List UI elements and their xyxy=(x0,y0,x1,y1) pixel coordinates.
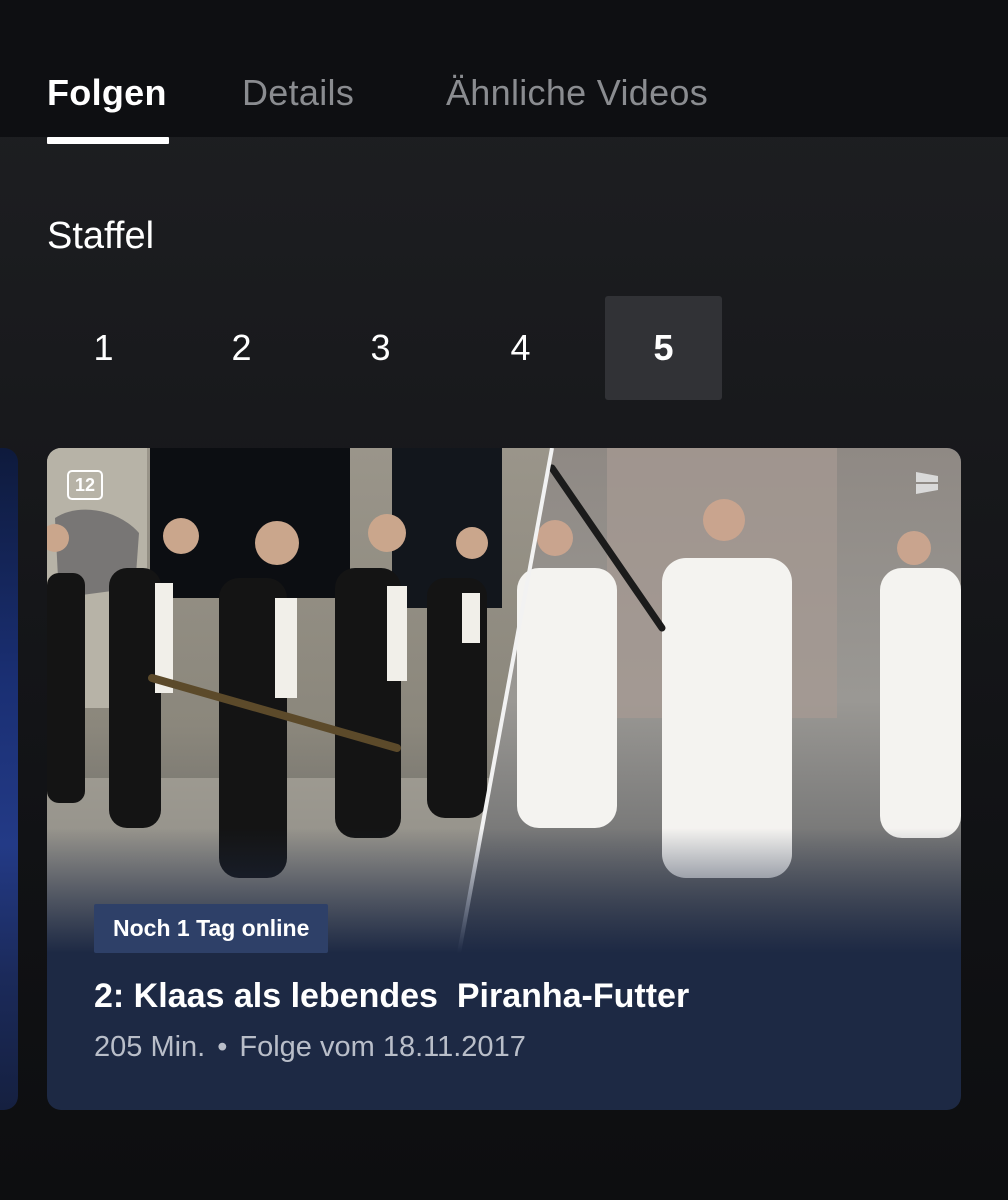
season-button-2[interactable]: 2 xyxy=(183,296,300,400)
tab-details[interactable]: Details xyxy=(242,70,354,116)
episode-meta: 205 Min. • Folge vom 18.11.2017 xyxy=(94,1028,526,1066)
episode-title: 2: Klaas als lebendes Piranha-Futter xyxy=(94,977,690,1015)
season-button-5[interactable]: 5 xyxy=(605,296,722,400)
tab-folgen[interactable]: Folgen xyxy=(47,70,167,116)
season-button-4[interactable]: 4 xyxy=(462,296,579,400)
episode-card[interactable]: 12 Noch 1 Tag online 2: Klaas als lebend… xyxy=(47,448,961,1110)
season-button-3[interactable]: 3 xyxy=(322,296,439,400)
previous-episode-card[interactable] xyxy=(0,448,18,1110)
meta-separator: • xyxy=(217,1031,228,1063)
season-label: Staffel xyxy=(47,215,155,257)
tab-bar xyxy=(0,0,1008,137)
tab-aehnliche-videos[interactable]: Ähnliche Videos xyxy=(446,70,708,116)
episode-air-date: Folge vom 18.11.2017 xyxy=(239,1031,526,1063)
active-tab-indicator xyxy=(47,137,169,144)
episode-duration: 205 Min. xyxy=(94,1031,206,1063)
prosieben-logo-icon xyxy=(916,472,938,494)
season-button-1[interactable]: 1 xyxy=(45,296,162,400)
availability-badge: Noch 1 Tag online xyxy=(94,904,329,953)
age-rating-badge: 12 xyxy=(67,470,103,500)
episode-thumbnail xyxy=(47,448,961,953)
